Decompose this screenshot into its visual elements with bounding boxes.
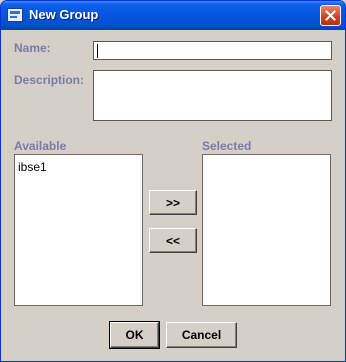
name-input[interactable] xyxy=(93,41,332,60)
ok-button[interactable]: OK xyxy=(109,321,160,349)
selected-label: Selected xyxy=(202,139,252,153)
list-item[interactable]: ibse1 xyxy=(18,160,47,174)
name-label: Name: xyxy=(14,41,51,55)
description-textarea[interactable] xyxy=(93,70,332,121)
title-bar[interactable]: New Group xyxy=(1,1,345,30)
text-caret xyxy=(97,44,98,58)
remove-from-selected-button[interactable]: << xyxy=(149,228,197,253)
selected-list[interactable] xyxy=(202,154,331,306)
cancel-button[interactable]: Cancel xyxy=(166,322,237,348)
close-button[interactable] xyxy=(320,5,341,26)
available-list[interactable]: ibse1 xyxy=(14,154,143,306)
app-window-icon xyxy=(7,8,23,22)
window-title: New Group xyxy=(29,7,99,22)
close-icon xyxy=(325,10,336,21)
new-group-dialog: New Group Name: Description: Available i… xyxy=(0,0,346,362)
available-label: Available xyxy=(14,139,67,153)
description-label: Description: xyxy=(14,73,85,87)
add-to-selected-button[interactable]: >> xyxy=(149,190,197,215)
